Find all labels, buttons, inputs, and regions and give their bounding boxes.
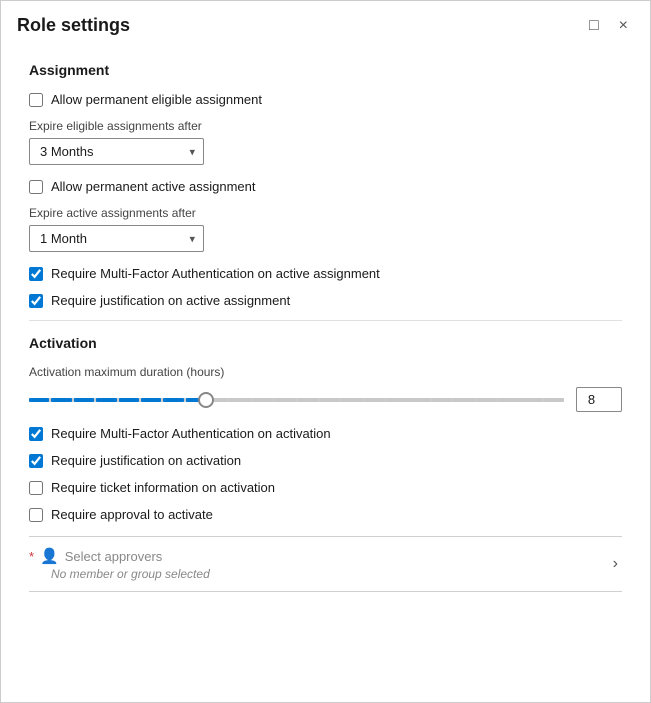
slider-segment-2	[74, 398, 94, 402]
require-justification-active-checkbox[interactable]	[29, 294, 43, 308]
duration-slider-row: 8	[29, 387, 622, 412]
approvers-chevron-icon[interactable]: ›	[613, 555, 622, 573]
slider-segment-12	[298, 398, 318, 402]
slider-segment-3	[96, 398, 116, 402]
approvers-section: * 👤 Select approvers No member or group …	[29, 536, 622, 592]
slider-segment-19	[454, 398, 474, 402]
expire-active-dropdown[interactable]: 1 Month 3 Months 6 Months 1 Year Custom	[29, 225, 204, 252]
require-justification-active-label[interactable]: Require justification on active assignme…	[51, 293, 290, 308]
window-title: Role settings	[17, 15, 130, 36]
activation-section: Activation Activation maximum duration (…	[29, 335, 622, 592]
slider-segment-5	[141, 398, 161, 402]
allow-permanent-active-checkbox[interactable]	[29, 180, 43, 194]
slider-segment-15	[365, 398, 385, 402]
approvers-row[interactable]: * 👤 Select approvers No member or group …	[29, 547, 622, 581]
require-mfa-active-row: Require Multi-Factor Authentication on a…	[29, 266, 622, 281]
slider-segment-20	[477, 398, 497, 402]
require-justification-active-row: Require justification on active assignme…	[29, 293, 622, 308]
slider-segment-22	[521, 398, 541, 402]
assignment-section-title: Assignment	[29, 62, 622, 78]
slider-segment-9	[230, 398, 250, 402]
slider-thumb[interactable]	[198, 392, 214, 408]
slider-segment-16	[387, 398, 407, 402]
slider-segment-11	[275, 398, 295, 402]
role-settings-window: Role settings □ × Assignment Allow perma…	[0, 0, 651, 703]
slider-segments	[29, 398, 564, 402]
approvers-subtitle: No member or group selected	[29, 567, 210, 581]
expire-eligible-label: Expire eligible assignments after	[29, 119, 622, 133]
require-approval-row: Require approval to activate	[29, 507, 622, 522]
approvers-title: Select approvers	[65, 549, 163, 564]
expire-eligible-dropdown[interactable]: 1 Month 3 Months 6 Months 1 Year Custom	[29, 138, 204, 165]
require-ticket-activation-label[interactable]: Require ticket information on activation	[51, 480, 275, 495]
close-button[interactable]: ×	[613, 16, 634, 36]
person-icon: 👤	[40, 547, 59, 565]
expire-active-dropdown-wrap: 1 Month 3 Months 6 Months 1 Year Custom …	[29, 225, 204, 252]
require-mfa-active-label[interactable]: Require Multi-Factor Authentication on a…	[51, 266, 380, 281]
slider-segment-1	[51, 398, 71, 402]
title-bar: Role settings □ ×	[1, 1, 650, 46]
require-approval-label[interactable]: Require approval to activate	[51, 507, 213, 522]
main-content: Assignment Allow permanent eligible assi…	[1, 46, 650, 702]
slider-segment-21	[499, 398, 519, 402]
slider-segment-18	[432, 398, 452, 402]
slider-container	[29, 390, 564, 410]
minimize-button[interactable]: □	[583, 16, 605, 36]
assignment-section: Assignment Allow permanent eligible assi…	[29, 62, 622, 308]
require-justification-activation-row: Require justification on activation	[29, 453, 622, 468]
expire-active-label: Expire active assignments after	[29, 206, 622, 220]
title-bar-controls: □ ×	[583, 16, 634, 36]
activation-section-title: Activation	[29, 335, 622, 351]
require-mfa-activation-row: Require Multi-Factor Authentication on a…	[29, 426, 622, 441]
required-star: *	[29, 549, 34, 564]
allow-permanent-active-label[interactable]: Allow permanent active assignment	[51, 179, 256, 194]
slider-segment-4	[119, 398, 139, 402]
require-justification-activation-checkbox[interactable]	[29, 454, 43, 468]
require-mfa-activation-label[interactable]: Require Multi-Factor Authentication on a…	[51, 426, 331, 441]
slider-segment-17	[409, 398, 429, 402]
section-divider	[29, 320, 622, 321]
require-ticket-activation-checkbox[interactable]	[29, 481, 43, 495]
require-ticket-activation-row: Require ticket information on activation	[29, 480, 622, 495]
slider-segment-10	[253, 398, 273, 402]
approvers-left: * 👤 Select approvers No member or group …	[29, 547, 210, 581]
expire-eligible-dropdown-wrap: 1 Month 3 Months 6 Months 1 Year Custom …	[29, 138, 204, 165]
slider-segment-13	[320, 398, 340, 402]
slider-segment-23	[544, 398, 564, 402]
require-mfa-active-checkbox[interactable]	[29, 267, 43, 281]
require-justification-activation-label[interactable]: Require justification on activation	[51, 453, 241, 468]
slider-segment-6	[163, 398, 183, 402]
allow-permanent-eligible-checkbox[interactable]	[29, 93, 43, 107]
allow-permanent-active-row: Allow permanent active assignment	[29, 179, 622, 194]
slider-segment-14	[342, 398, 362, 402]
require-mfa-activation-checkbox[interactable]	[29, 427, 43, 441]
allow-permanent-eligible-label[interactable]: Allow permanent eligible assignment	[51, 92, 262, 107]
slider-track	[29, 398, 564, 402]
approvers-label-row: * 👤 Select approvers	[29, 547, 210, 565]
duration-label: Activation maximum duration (hours)	[29, 365, 622, 379]
slider-segment-0	[29, 398, 49, 402]
require-approval-checkbox[interactable]	[29, 508, 43, 522]
duration-input[interactable]: 8	[576, 387, 622, 412]
allow-permanent-eligible-row: Allow permanent eligible assignment	[29, 92, 622, 107]
